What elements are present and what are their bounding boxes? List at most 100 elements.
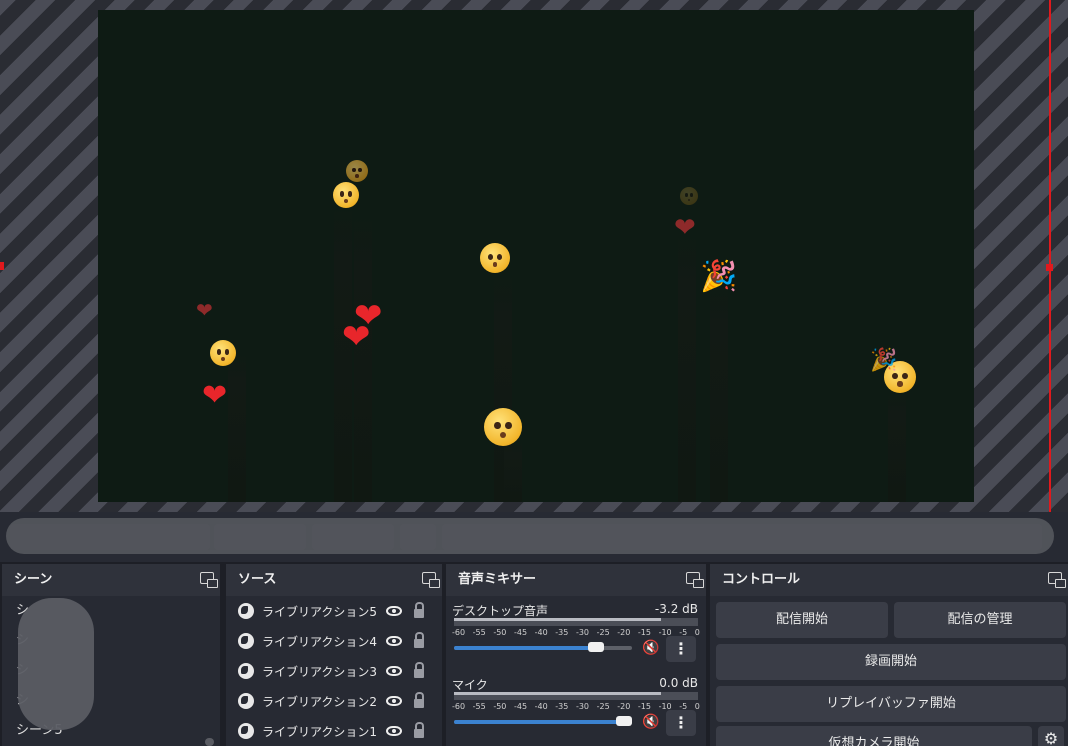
dock-title: ソース bbox=[238, 572, 277, 587]
meter-tick-label: -40 bbox=[534, 628, 548, 637]
meter-tick-label: -55 bbox=[472, 702, 486, 711]
preview-area[interactable]: ❤ ❤ ❤ ❤ ❤ 🎉 🎉 bbox=[0, 0, 1068, 512]
meter-tick-label: -15 bbox=[637, 628, 651, 637]
start-replay-buffer-button[interactable]: リプレイバッファ開始 bbox=[716, 686, 1066, 722]
source-item[interactable]: ライブリアクション1 bbox=[226, 716, 442, 746]
heart-emoji: ❤ bbox=[674, 213, 696, 243]
meter-level bbox=[454, 618, 662, 621]
meter-tick-label: -15 bbox=[637, 702, 651, 711]
source-item[interactable]: ライブリアクション4 bbox=[226, 626, 442, 656]
lock-icon[interactable] bbox=[414, 632, 424, 648]
browser-source-icon bbox=[238, 663, 254, 679]
volume-slider-knob[interactable] bbox=[588, 642, 605, 652]
preview-canvas[interactable]: ❤ ❤ ❤ ❤ ❤ 🎉 🎉 bbox=[98, 10, 974, 502]
dock-title: 音声ミキサー bbox=[458, 572, 537, 587]
start-virtual-camera-button[interactable]: 仮想カメラ開始 bbox=[716, 726, 1032, 746]
meter-tick-label: -60 bbox=[452, 702, 466, 711]
speaker-muted-icon[interactable]: 🔇 bbox=[642, 714, 660, 730]
volume-slider-fill bbox=[454, 646, 597, 650]
source-item[interactable]: ライブリアクション3 bbox=[226, 656, 442, 686]
mixer-channel: デスクトップ音声 -3.2 dB -60 -55 -50 -45 -40 -35 -30 -2… bbox=[446, 596, 706, 670]
visibility-eye-icon[interactable] bbox=[386, 636, 402, 646]
visibility-eye-icon[interactable] bbox=[386, 606, 402, 616]
audio-mixer-dock: 音声ミキサー デスクトップ音声 -3.2 dB -60 -55 -50 -45 -40-… bbox=[446, 564, 706, 746]
meter-level bbox=[454, 692, 662, 695]
meter-tick-label: -60 bbox=[452, 628, 466, 637]
flushed-face-emoji bbox=[480, 243, 510, 273]
emoji-trail bbox=[888, 392, 906, 502]
visibility-eye-icon[interactable] bbox=[386, 696, 402, 706]
lock-icon[interactable] bbox=[414, 662, 424, 678]
browser-source-icon bbox=[238, 633, 254, 649]
gear-icon[interactable]: ⚙ bbox=[1038, 726, 1064, 746]
dock-header: シーン bbox=[2, 564, 220, 596]
volume-slider-fill bbox=[454, 720, 629, 724]
meter-tick-label: -55 bbox=[472, 628, 486, 637]
source-item[interactable]: ライブリアクション5 bbox=[226, 596, 442, 626]
selection-guide-line bbox=[1049, 0, 1051, 512]
flushed-face-emoji bbox=[333, 182, 359, 208]
heart-emoji: ❤ bbox=[342, 317, 371, 357]
meter-scale: -60 -55 -50 -45 -40 -35 -30 -25 -20 -15 -10 -5 0 bbox=[452, 628, 700, 637]
meter-tick-label: -45 bbox=[513, 628, 528, 637]
meter-tick-label: -45 bbox=[513, 702, 528, 711]
undock-icon[interactable] bbox=[422, 572, 440, 588]
emoji-trail bbox=[228, 352, 246, 502]
meter-tick-label: -30 bbox=[575, 702, 590, 711]
selection-handle[interactable] bbox=[1046, 264, 1053, 271]
visibility-eye-icon[interactable] bbox=[386, 666, 402, 676]
dock-title: コントロール bbox=[722, 572, 801, 587]
undock-icon[interactable] bbox=[200, 572, 218, 588]
emoji-trail bbox=[354, 212, 372, 502]
channel-db: -3.2 dB bbox=[654, 602, 698, 616]
volume-slider-knob[interactable] bbox=[616, 716, 632, 726]
start-recording-button[interactable]: 録画開始 bbox=[716, 644, 1066, 680]
speaker-muted-icon[interactable]: 🔇 bbox=[642, 640, 660, 656]
source-label: ライブリアクション3 bbox=[262, 664, 378, 679]
lock-icon[interactable] bbox=[414, 602, 424, 618]
meter-tick-label: -20 bbox=[617, 628, 631, 637]
channel-menu-button[interactable]: ⋮ bbox=[666, 636, 696, 662]
meter-tick-label: -50 bbox=[493, 628, 507, 637]
lock-icon[interactable] bbox=[414, 692, 424, 708]
volume-slider[interactable] bbox=[454, 716, 632, 726]
dock-header: ソース bbox=[226, 564, 442, 596]
meter-scale: -60 -55 -50 -45 -40 -35 -30 -25 -20 -15 -10 -5 0 bbox=[452, 702, 700, 711]
flushed-face-emoji bbox=[680, 187, 698, 205]
undock-icon[interactable] bbox=[686, 572, 704, 588]
channel-name: デスクトップ音声 bbox=[452, 604, 549, 618]
sources-dock: ソース ライブリアクション5 ライブリアクション4 ライブリアクション3 ライブ… bbox=[226, 564, 442, 746]
start-streaming-button[interactable]: 配信開始 bbox=[716, 602, 888, 638]
source-label: ライブリアクション2 bbox=[262, 694, 378, 709]
lock-icon[interactable] bbox=[414, 722, 424, 738]
heart-emoji: ❤ bbox=[196, 298, 213, 322]
channel-menu-button[interactable]: ⋮ bbox=[666, 710, 696, 736]
volume-meter bbox=[454, 618, 698, 626]
source-label: ライブリアクション1 bbox=[262, 724, 378, 739]
source-label: ライブリアクション4 bbox=[262, 634, 378, 649]
meter-tick-label: -50 bbox=[493, 702, 507, 711]
manage-broadcast-button[interactable]: 配信の管理 bbox=[894, 602, 1066, 638]
browser-source-icon bbox=[238, 693, 254, 709]
meter-tick-label: -25 bbox=[596, 702, 610, 711]
controls-dock: コントロール 配信開始 配信の管理 録画開始 リプレイバッファ開始 仮想カメラ開… bbox=[710, 564, 1068, 746]
dock-header: コントロール bbox=[710, 564, 1068, 596]
meter-tick-label: -40 bbox=[534, 702, 548, 711]
party-popper-emoji: 🎉 bbox=[870, 348, 898, 373]
source-item[interactable]: ライブリアクション2 bbox=[226, 686, 442, 716]
meter-tick-label: -30 bbox=[575, 628, 590, 637]
redaction-scribble bbox=[18, 598, 94, 730]
party-popper-emoji: 🎉 bbox=[700, 259, 738, 294]
scrollbar-thumb[interactable] bbox=[205, 738, 214, 746]
undock-icon[interactable] bbox=[1048, 572, 1066, 588]
visibility-eye-icon[interactable] bbox=[386, 726, 402, 736]
meter-tick-label: -25 bbox=[596, 628, 610, 637]
volume-meter bbox=[454, 692, 698, 700]
channel-name: マイク bbox=[452, 678, 488, 692]
selection-handle[interactable] bbox=[0, 262, 4, 270]
volume-slider[interactable] bbox=[454, 642, 632, 652]
flushed-face-emoji bbox=[210, 340, 236, 366]
emoji-trail bbox=[678, 232, 696, 502]
heart-emoji: ❤ bbox=[202, 378, 228, 413]
emoji-trail bbox=[710, 282, 728, 502]
